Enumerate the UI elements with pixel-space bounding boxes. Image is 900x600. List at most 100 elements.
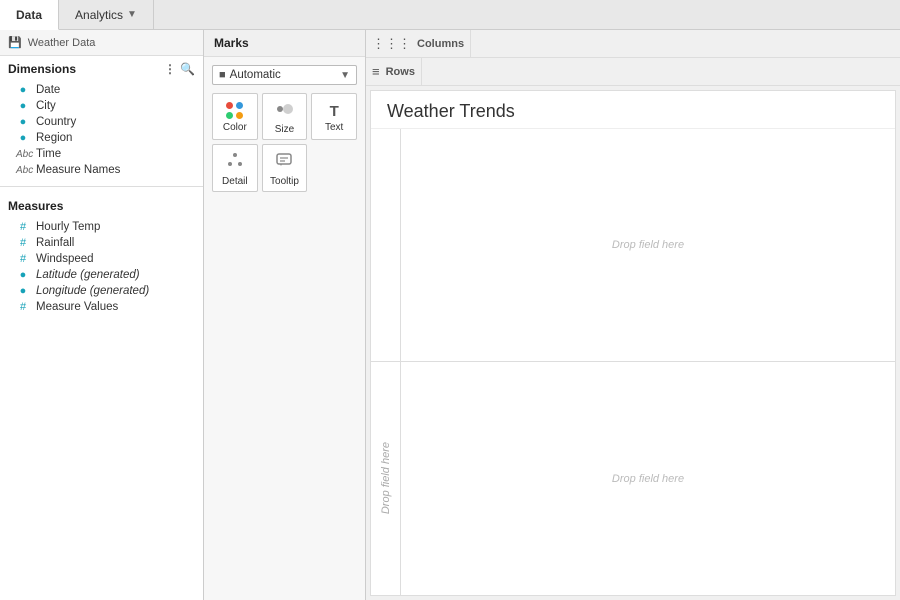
field-longitude[interactable]: ● Longitude (generated) xyxy=(0,283,203,299)
color-dots-icon xyxy=(226,102,244,120)
field-date-label: Date xyxy=(36,84,60,96)
field-measure-values-label: Measure Values xyxy=(36,301,118,313)
mark-tooltip-button[interactable]: Tooltip xyxy=(262,144,308,192)
left-panel: 💾 Weather Data Dimensions ⋮ 🔍 ● Date ● C… xyxy=(0,30,204,600)
field-latitude-label: Latitude (generated) xyxy=(36,269,140,281)
chart-bottom-drop-zone[interactable]: Drop field here xyxy=(401,362,895,595)
chart-y-drop-hint: Drop field here xyxy=(380,442,392,514)
field-latitude[interactable]: ● Latitude (generated) xyxy=(0,267,203,283)
top-tab-bar: Data Analytics ▼ xyxy=(0,0,900,30)
chart-title-text: Weather Trends xyxy=(387,101,515,121)
dimensions-header-icons: ⋮ 🔍 xyxy=(164,62,195,76)
detail-icon xyxy=(226,151,244,174)
chart-body: Drop field here Drop field here Drop fie… xyxy=(371,129,895,595)
dimensions-label: Dimensions xyxy=(8,62,76,76)
field-city[interactable]: ● City xyxy=(0,98,203,114)
tab-data[interactable]: Data xyxy=(0,0,59,30)
field-windspeed-label: Windspeed xyxy=(36,253,94,265)
chart-main: Drop field here Drop field here xyxy=(401,129,895,595)
field-rainfall[interactable]: # Rainfall xyxy=(0,235,203,251)
mark-detail-button[interactable]: Detail xyxy=(212,144,258,192)
search-icon[interactable]: 🔍 xyxy=(180,62,195,76)
chart-top-drop-zone[interactable]: Drop field here xyxy=(401,129,895,362)
right-panel: ⋮⋮⋮ Columns ≡ Rows Weather Trends Drop f… xyxy=(366,30,900,600)
tab-analytics[interactable]: Analytics ▼ xyxy=(59,0,154,29)
chart-area: Weather Trends Drop field here Drop fiel… xyxy=(370,90,896,596)
chart-top-drop-hint: Drop field here xyxy=(612,239,684,251)
field-region[interactable]: ● Region xyxy=(0,130,203,146)
chart-y-bottom-drop[interactable]: Drop field here xyxy=(371,362,400,595)
globe-icon: ● xyxy=(16,100,30,112)
grid-icon[interactable]: ⋮ xyxy=(164,62,176,76)
marks-type-label: Automatic xyxy=(230,69,336,81)
marks-type-dropdown[interactable]: ■ Automatic ▼ xyxy=(212,65,357,85)
mark-tooltip-label: Tooltip xyxy=(270,176,299,187)
hash-icon: # xyxy=(16,253,30,265)
marks-dropdown-arrow-icon: ▼ xyxy=(340,70,350,81)
marks-title-label: Marks xyxy=(214,36,249,50)
field-time-label: Time xyxy=(36,148,61,160)
globe-icon: ● xyxy=(16,269,30,281)
columns-shelf: ⋮⋮⋮ Columns xyxy=(366,30,900,58)
chart-bottom-drop-hint: Drop field here xyxy=(612,473,684,485)
chart-y-axis: Drop field here xyxy=(371,129,401,595)
measures-label: Measures xyxy=(8,199,63,213)
field-region-label: Region xyxy=(36,132,72,144)
columns-shelf-label: Columns xyxy=(417,38,464,50)
field-longitude-label: Longitude (generated) xyxy=(36,285,149,297)
mark-size-button[interactable]: Size xyxy=(262,93,308,140)
mark-text-button[interactable]: T Text xyxy=(311,93,357,140)
main-layout: 💾 Weather Data Dimensions ⋮ 🔍 ● Date ● C… xyxy=(0,30,900,600)
abc-icon: Abc xyxy=(16,149,30,160)
marks-title: Marks xyxy=(204,30,365,57)
mark-size-label: Size xyxy=(275,124,294,135)
globe-icon: ● xyxy=(16,132,30,144)
field-measure-names-label: Measure Names xyxy=(36,164,120,176)
text-icon: T xyxy=(330,103,339,120)
field-time[interactable]: Abc Time xyxy=(0,146,203,162)
marks-panel: Marks ■ Automatic ▼ Color xyxy=(204,30,366,600)
globe-icon: ● xyxy=(16,116,30,128)
hash-icon: # xyxy=(16,301,30,313)
field-city-label: City xyxy=(36,100,56,112)
tab-analytics-arrow: ▼ xyxy=(127,9,137,20)
tab-data-label: Data xyxy=(16,8,42,22)
mark-color-button[interactable]: Color xyxy=(212,93,258,140)
rows-shelf-drop-area[interactable] xyxy=(421,58,894,85)
abc-icon: Abc xyxy=(16,165,30,176)
globe-icon: ● xyxy=(16,84,30,96)
size-icon xyxy=(275,100,293,122)
datasource-label: Weather Data xyxy=(28,37,96,49)
rows-shelf: ≡ Rows xyxy=(366,58,900,86)
datasource-header: 💾 Weather Data xyxy=(0,30,203,56)
mark-color-label: Color xyxy=(223,122,247,133)
columns-shelf-icon: ⋮⋮⋮ xyxy=(372,36,411,52)
tab-analytics-label: Analytics xyxy=(75,8,123,22)
dimensions-list: ● Date ● City ● Country ● Region Abc Tim… xyxy=(0,80,203,180)
field-measure-values[interactable]: # Measure Values xyxy=(0,299,203,315)
hash-icon: # xyxy=(16,221,30,233)
globe-icon: ● xyxy=(16,285,30,297)
measures-list: # Hourly Temp # Rainfall # Windspeed ● L… xyxy=(0,217,203,317)
section-divider xyxy=(0,186,203,187)
columns-shelf-drop-area[interactable] xyxy=(470,30,894,57)
field-hourly-temp-label: Hourly Temp xyxy=(36,221,100,233)
chart-y-top-drop[interactable] xyxy=(371,129,400,362)
field-rainfall-label: Rainfall xyxy=(36,237,74,249)
field-date[interactable]: ● Date xyxy=(0,82,203,98)
field-windspeed[interactable]: # Windspeed xyxy=(0,251,203,267)
rows-shelf-icon: ≡ xyxy=(372,64,380,79)
mark-detail-label: Detail xyxy=(222,176,248,187)
measures-section-header: Measures xyxy=(0,193,203,217)
field-country-label: Country xyxy=(36,116,76,128)
mark-text-label: Text xyxy=(325,122,343,133)
field-measure-names[interactable]: Abc Measure Names xyxy=(0,162,203,178)
dimensions-section-header: Dimensions ⋮ 🔍 xyxy=(0,56,203,80)
hash-icon: # xyxy=(16,237,30,249)
tooltip-icon xyxy=(275,151,293,174)
datasource-icon: 💾 xyxy=(8,36,22,49)
rows-shelf-label: Rows xyxy=(386,66,415,78)
field-hourly-temp[interactable]: # Hourly Temp xyxy=(0,219,203,235)
field-country[interactable]: ● Country xyxy=(0,114,203,130)
chart-title: Weather Trends xyxy=(371,91,895,129)
